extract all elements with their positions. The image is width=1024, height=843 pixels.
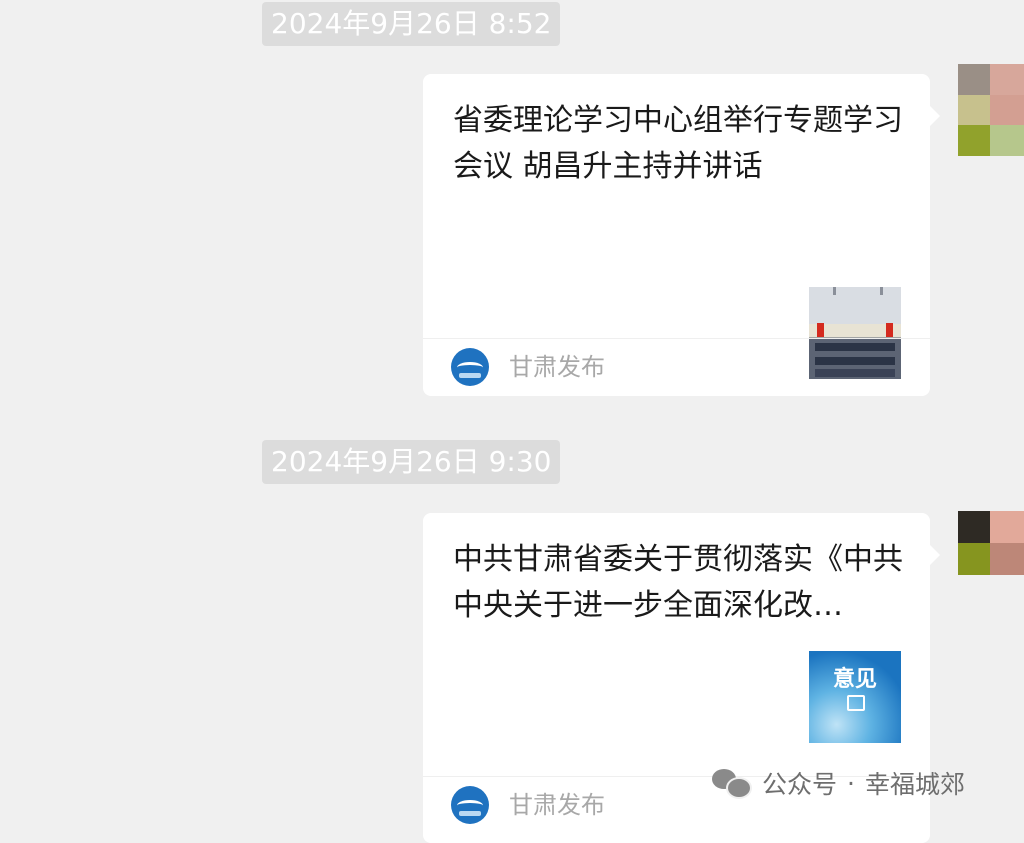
gansu-fabu-logo-icon xyxy=(451,348,489,386)
avatar-cell xyxy=(958,543,990,575)
avatar-cell xyxy=(958,64,990,95)
watermark-separator: · xyxy=(847,768,855,798)
article-thumbnail[interactable]: 意见 xyxy=(809,651,901,743)
avatar-cell xyxy=(990,543,1024,575)
watermark: 公众号 · 幸福城郊 xyxy=(712,763,965,803)
message-timestamp: 2024年9月26日 9:30 xyxy=(262,440,561,484)
avatar-cell xyxy=(958,125,990,156)
avatar[interactable] xyxy=(958,511,1024,575)
article-title[interactable]: 省委理论学习中心组举行专题学习会议 胡昌升主持并讲话 xyxy=(453,98,913,190)
avatar-cell xyxy=(958,511,990,543)
avatar-cell xyxy=(990,94,1024,126)
avatar-cell xyxy=(990,125,1024,156)
avatar[interactable] xyxy=(958,64,1024,156)
watermark-account: 幸福城郊 xyxy=(864,770,965,799)
gansu-fabu-logo-icon xyxy=(451,786,489,824)
source-name: 甘肃发布 xyxy=(509,791,605,819)
watermark-platform: 公众号 xyxy=(762,770,838,799)
message-timestamp: 2024年9月26日 8:52 xyxy=(262,2,561,46)
avatar-cell xyxy=(958,94,990,126)
avatar-cell xyxy=(990,64,1024,95)
document-icon xyxy=(847,695,865,711)
thumbnail-caption: 意见 xyxy=(832,666,877,692)
wechat-icon xyxy=(712,767,752,799)
article-card[interactable]: 省委理论学习中心组举行专题学习会议 胡昌升主持并讲话 甘肃发布 xyxy=(423,74,940,397)
card-source-bar[interactable]: 甘肃发布 xyxy=(423,338,930,397)
article-title[interactable]: 中共甘肃省委关于贯彻落实《中共中央关于进一步全面深化改… xyxy=(453,537,913,629)
avatar-cell xyxy=(990,511,1024,543)
source-name: 甘肃发布 xyxy=(509,353,605,381)
